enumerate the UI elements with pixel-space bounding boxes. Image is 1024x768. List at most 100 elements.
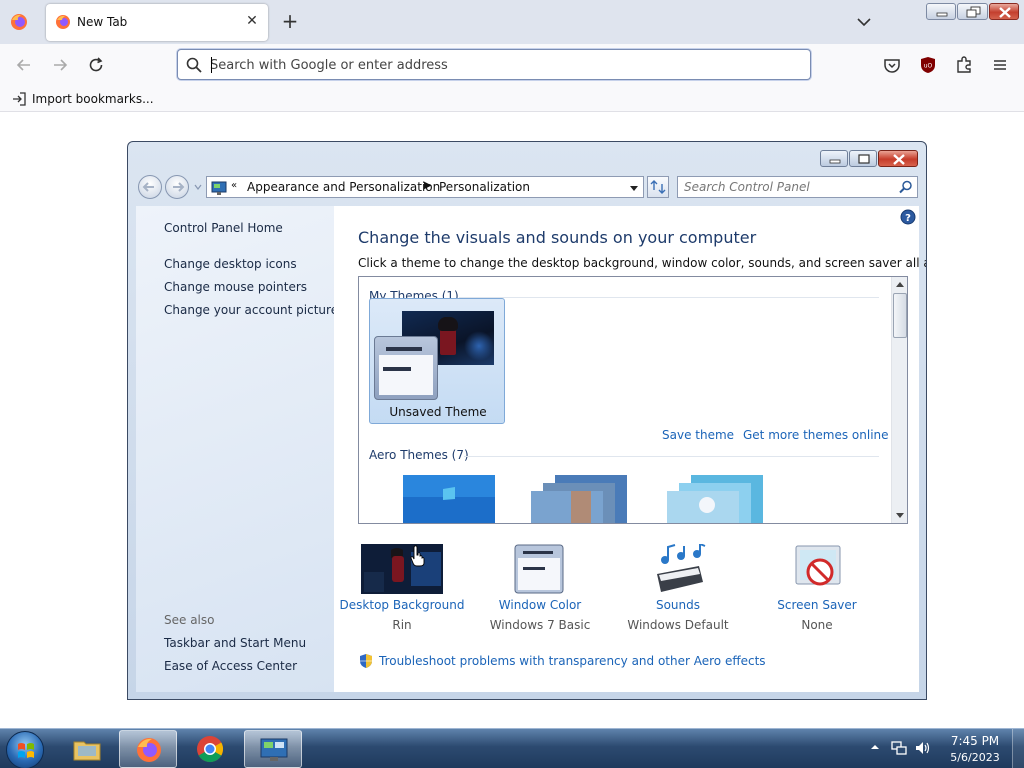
address-bar[interactable] [177, 49, 811, 80]
svg-text:?: ? [905, 213, 911, 224]
taskbar-chrome[interactable] [181, 730, 239, 768]
restore-button[interactable] [957, 3, 988, 20]
aero-theme-characters-thumbnail[interactable] [667, 475, 767, 524]
theme-window-preview [374, 336, 438, 400]
minimize-icon [936, 12, 948, 17]
breadcrumb-personalization[interactable]: Personalization [439, 180, 530, 194]
minimize-button[interactable] [926, 3, 956, 20]
help-icon[interactable]: ? [900, 209, 916, 225]
firefox-icon[interactable] [9, 12, 29, 32]
cp-forward-button[interactable] [165, 175, 189, 199]
desktop-background-label[interactable]: Desktop Background [337, 598, 467, 612]
bookmarks-toolbar: Import bookmarks... [0, 86, 1024, 112]
cp-sidebar: Control Panel Home Change desktop icons … [136, 206, 338, 692]
breadcrumb-separator-icon[interactable]: ▶ [424, 180, 432, 191]
hamburger-menu-icon[interactable] [990, 55, 1010, 75]
clock-time[interactable]: 7:45 PM [940, 734, 1010, 748]
scroll-up-icon[interactable] [895, 280, 905, 290]
taskbar-firefox[interactable] [119, 730, 177, 768]
window-color-label[interactable]: Window Color [475, 598, 605, 612]
network-icon[interactable] [890, 739, 908, 757]
chrome-icon [197, 736, 224, 763]
desktop-background-option[interactable]: Desktop Background Rin [337, 544, 467, 634]
breadcrumb-overflow-icon[interactable]: « [231, 180, 237, 191]
pocket-icon[interactable] [882, 55, 902, 75]
refresh-arrows-icon [650, 180, 666, 194]
sounds-value: Windows Default [627, 618, 729, 632]
screen-saver-option[interactable]: Screen Saver None [752, 544, 882, 634]
cp-back-button[interactable] [138, 175, 162, 199]
troubleshoot-aero-link[interactable]: Troubleshoot problems with transparency … [379, 654, 766, 668]
windows-logo-icon [18, 743, 34, 758]
cp-minimize-button[interactable] [820, 150, 848, 167]
sidebar-change-mouse-pointers[interactable]: Change mouse pointers [164, 280, 307, 294]
sidebar-control-panel-home[interactable]: Control Panel Home [164, 221, 283, 235]
scroll-down-icon[interactable] [895, 510, 905, 520]
cp-search-box[interactable] [677, 176, 918, 198]
close-icon [999, 7, 1011, 18]
see-also-heading: See also [164, 613, 215, 627]
theme-list-scrollbar[interactable] [891, 277, 907, 523]
start-button[interactable] [6, 731, 44, 768]
screen-saver-value: None [801, 618, 833, 632]
hand-cursor-icon [410, 545, 425, 567]
get-more-themes-link[interactable]: Get more themes online [743, 428, 889, 442]
sidebar-ease-of-access[interactable]: Ease of Access Center [164, 659, 297, 673]
cp-maximize-button[interactable] [849, 150, 877, 167]
window-color-value: Windows 7 Basic [489, 618, 591, 632]
taskbar: 7:45 PM 5/6/2023 [0, 728, 1024, 768]
cp-search-input[interactable] [684, 179, 884, 195]
firefox-icon [137, 738, 161, 762]
sidebar-change-account-picture[interactable]: Change your account picture [164, 303, 338, 317]
minimize-icon [829, 159, 841, 164]
theme-item-unsaved[interactable]: Unsaved Theme [369, 298, 505, 424]
cp-close-button[interactable] [878, 150, 918, 167]
search-icon [186, 57, 202, 73]
taskbar-explorer[interactable] [58, 730, 116, 768]
search-icon[interactable] [899, 180, 913, 194]
aero-theme-architecture-thumbnail[interactable] [531, 475, 631, 524]
breadcrumb-appearance[interactable]: Appearance and Personalization [247, 180, 440, 194]
new-tab-icon[interactable]: + [280, 11, 300, 32]
volume-icon[interactable] [914, 739, 932, 757]
cp-refresh-button[interactable] [647, 176, 669, 198]
cp-main-content: ? Change the visuals and sounds on your … [334, 206, 926, 692]
sidebar-change-desktop-icons[interactable]: Change desktop icons [164, 257, 297, 271]
taskbar-control-panel[interactable] [244, 730, 302, 768]
close-tab-icon[interactable]: ✕ [244, 13, 260, 29]
ublock-shield-icon[interactable]: uO [918, 55, 938, 75]
recent-pages-dropdown-icon[interactable] [193, 182, 203, 192]
window-color-icon [514, 544, 564, 594]
scroll-thumb[interactable] [893, 293, 907, 338]
show-hidden-icons-icon[interactable] [870, 742, 880, 752]
show-desktop-button[interactable] [1012, 729, 1024, 768]
browser-titlebar: New Tab ✕ + [0, 0, 1024, 44]
cp-address-bar[interactable]: « Appearance and Personalization ▶ Perso… [206, 176, 644, 198]
import-bookmarks-label: Import bookmarks... [32, 92, 154, 106]
close-icon [893, 154, 905, 165]
tab-new-tab[interactable]: New Tab ✕ [46, 4, 268, 41]
svg-text:uO: uO [924, 63, 933, 70]
control-panel-icon [260, 738, 288, 761]
chevron-down-icon[interactable] [854, 12, 874, 32]
sidebar-taskbar-start-menu[interactable]: Taskbar and Start Menu [164, 636, 306, 650]
clock-date[interactable]: 5/6/2023 [940, 751, 1010, 764]
sounds-label[interactable]: Sounds [613, 598, 743, 612]
save-theme-link[interactable]: Save theme [662, 428, 734, 442]
theme-list[interactable]: My Themes (1) Unsaved Theme Save theme G… [358, 276, 908, 524]
address-dropdown-icon[interactable] [629, 183, 639, 193]
forward-arrow-icon[interactable] [50, 55, 70, 75]
restore-icon [966, 6, 981, 18]
screen-saver-label[interactable]: Screen Saver [752, 598, 882, 612]
desktop-background-value: Rin [392, 618, 412, 632]
window-color-option[interactable]: Window Color Windows 7 Basic [475, 544, 605, 634]
firefox-icon [56, 15, 70, 29]
back-arrow-icon[interactable] [14, 55, 34, 75]
aero-theme-windows-thumbnail[interactable] [403, 475, 495, 524]
desktop-background-icon [361, 544, 443, 594]
reload-icon[interactable] [86, 55, 106, 75]
url-input[interactable] [210, 55, 790, 75]
close-button[interactable] [989, 3, 1019, 20]
sounds-option[interactable]: Sounds Windows Default [613, 544, 743, 634]
extensions-puzzle-icon[interactable] [954, 55, 974, 75]
